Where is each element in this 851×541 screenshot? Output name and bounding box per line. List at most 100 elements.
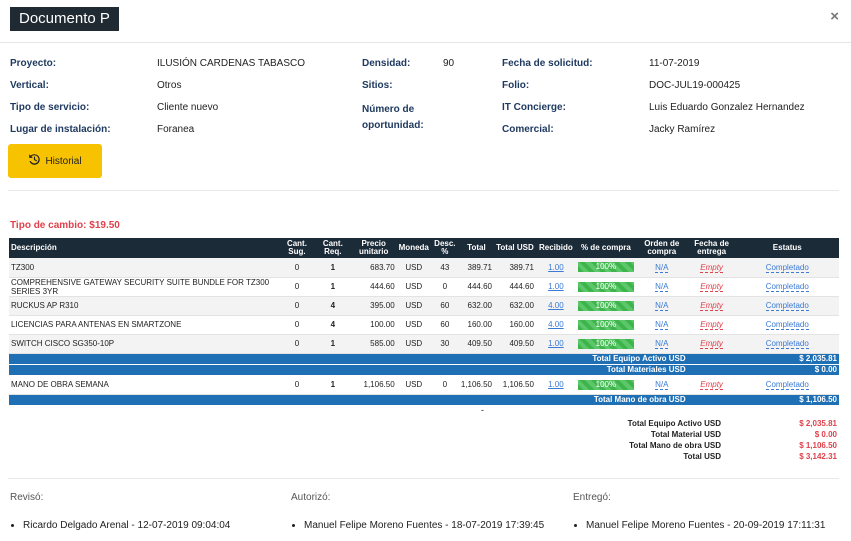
total-equipo-row: Total Equipo Activo USD $ 2,035.81 <box>9 353 839 365</box>
col-header: Total <box>458 238 494 258</box>
table-row: TZ300 0 1 683.70 USD 43 389.71 389.71 1.00 100% N/… <box>9 258 839 278</box>
divider <box>0 42 851 43</box>
estatus-link[interactable]: Completado <box>765 282 809 292</box>
separator-dash: - <box>481 405 484 415</box>
cant-sug-cell: 0 <box>279 258 315 278</box>
comercial-value: Jacky Ramírez <box>649 124 716 135</box>
cant-req-cell: 1 <box>314 258 351 278</box>
historial-button[interactable]: Historial <box>8 144 102 178</box>
summary-row: Total Equipo Activo USD $ 2,035.81 <box>560 418 837 429</box>
descuento-cell: 0 <box>430 277 459 297</box>
compra-progress-cell: 100% <box>575 296 636 316</box>
estatus-link-cell: Completado <box>735 296 839 316</box>
fecha-entrega-link[interactable]: Empty <box>700 262 723 273</box>
recibido-link[interactable]: 1.00 <box>548 282 564 291</box>
col-header: Fecha de entrega <box>687 238 736 258</box>
compra-progress: 100% <box>577 300 634 311</box>
fecha-entrega-link-cell: Empty <box>687 375 736 395</box>
compra-progress-cell: 100% <box>575 277 636 297</box>
cant-sug-cell: 0 <box>279 315 315 335</box>
fecha-entrega-link[interactable]: Empty <box>700 320 723 330</box>
col-header: Total USD <box>493 238 536 258</box>
recibido-link-cell: 1.00 <box>535 277 576 297</box>
total-usd-cell: 444.60 <box>493 277 536 297</box>
fecha-entrega-link-cell: Empty <box>687 315 736 335</box>
orden-compra-link[interactable]: N/A <box>655 339 669 349</box>
close-icon[interactable]: × <box>830 8 839 25</box>
autorizo-label: Autorizó: <box>291 492 331 503</box>
orden-compra-link[interactable]: N/A <box>655 301 669 311</box>
orden-compra-link[interactable]: N/A <box>655 320 669 330</box>
summary-value: $ 0.00 <box>814 430 837 439</box>
fecha-entrega-link-cell: Empty <box>687 334 736 354</box>
recibido-link[interactable]: 1.00 <box>548 339 564 348</box>
fecha-entrega-link[interactable]: Empty <box>700 282 723 292</box>
total-usd-cell: 1,106.50 <box>493 375 536 395</box>
precio-unitario-cell: 444.60 <box>350 277 397 297</box>
table-header: Descripción Cant. Sug. Cant. Req. Precio… <box>9 238 839 258</box>
entrego-entry: Manuel Felipe Moreno Fuentes - 20-09-201… <box>586 520 825 531</box>
compra-progress-cell: 100% <box>575 315 636 335</box>
estatus-link[interactable]: Completado <box>765 262 809 273</box>
lugar-value: Foranea <box>157 124 195 135</box>
orden-compra-link-cell: N/A <box>635 277 688 297</box>
total-cell: 632.00 <box>458 296 494 316</box>
estatus-link[interactable]: Completado <box>765 320 809 330</box>
proyecto-value: ILUSIÓN CARDENAS TABASCO <box>157 58 305 69</box>
orden-compra-link[interactable]: N/A <box>655 380 669 390</box>
compra-progress: 100% <box>577 262 634 273</box>
total-usd-cell: 160.00 <box>493 315 536 335</box>
vertical-value: Otros <box>157 80 182 91</box>
dialog-title: Documento P <box>10 7 119 31</box>
reviso-block: Revisó: Ricardo Delgado Arenal - 12-07-2… <box>10 492 230 531</box>
summary-label: Total USD <box>683 452 721 461</box>
total-cell: 1,106.50 <box>458 375 494 395</box>
summary-value: $ 1,106.50 <box>799 441 837 450</box>
recibido-link[interactable]: 4.00 <box>548 301 564 310</box>
summary-label: Total Material USD <box>650 430 721 439</box>
total-usd-cell: 632.00 <box>493 296 536 316</box>
total-cell: 389.71 <box>458 258 494 278</box>
descuento-cell: 60 <box>430 315 459 335</box>
fecha-entrega-link[interactable]: Empty <box>700 380 723 390</box>
fecha-entrega-link[interactable]: Empty <box>700 301 723 311</box>
summary-value: $ 2,035.81 <box>799 419 837 428</box>
total-usd-cell: 389.71 <box>493 258 536 278</box>
recibido-link[interactable]: 1.00 <box>548 380 564 389</box>
estatus-link-cell: Completado <box>735 277 839 297</box>
orden-compra-link[interactable]: N/A <box>655 262 669 273</box>
orden-compra-link-cell: N/A <box>635 334 688 354</box>
table-row: LICENCIAS PARA ANTENAS EN SMARTZONE 0 4 100… <box>9 315 839 335</box>
cant-sug-cell: 0 <box>279 334 315 354</box>
estatus-link[interactable]: Completado <box>765 301 809 311</box>
cant-sug-cell: 0 <box>279 277 315 297</box>
item-description-cell: MANO DE OBRA SEMANA <box>9 375 279 395</box>
entrego-label: Entregó: <box>573 492 611 503</box>
table-row: SWITCH CISCO SG350-10P 0 1 585.00 USD 30 409.5… <box>9 334 839 354</box>
recibido-link[interactable]: 1.00 <box>548 263 564 272</box>
estatus-link-cell: Completado <box>735 258 839 278</box>
it-concierge-label: IT Concierge: <box>502 102 566 113</box>
vertical-label: Vertical: <box>10 80 49 91</box>
estatus-link[interactable]: Completado <box>765 380 809 390</box>
autorizo-entry: Manuel Felipe Moreno Fuentes - 18-07-201… <box>304 520 544 531</box>
fecha-entrega-link-cell: Empty <box>687 258 736 278</box>
compra-progress: 100% <box>577 379 634 390</box>
total-label: Total Equipo Activo USD <box>9 353 688 365</box>
estatus-link[interactable]: Completado <box>765 339 809 349</box>
moneda-cell: USD <box>396 315 431 335</box>
orden-compra-link[interactable]: N/A <box>655 282 669 292</box>
lugar-label: Lugar de instalación: <box>10 124 111 135</box>
total-label: Total Materiales USD <box>9 364 688 376</box>
total-usd-cell: 409.50 <box>493 334 536 354</box>
estatus-link-cell: Completado <box>735 375 839 395</box>
col-header: Desc. % <box>430 238 459 258</box>
fecha-entrega-link[interactable]: Empty <box>700 339 723 349</box>
recibido-link-cell: 4.00 <box>535 296 576 316</box>
compra-progress: 100% <box>577 338 634 349</box>
recibido-link[interactable]: 4.00 <box>548 320 564 329</box>
descuento-cell: 60 <box>430 296 459 316</box>
total-cell: 160.00 <box>458 315 494 335</box>
orden-compra-link-cell: N/A <box>635 375 688 395</box>
total-cell: 409.50 <box>458 334 494 354</box>
